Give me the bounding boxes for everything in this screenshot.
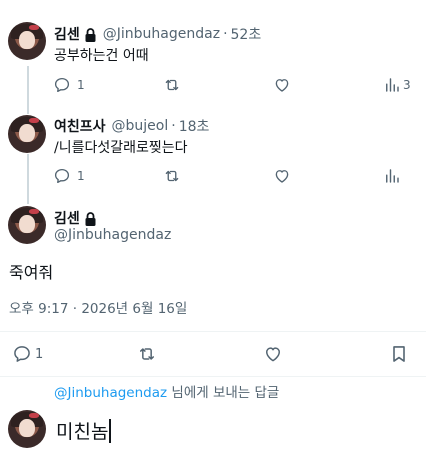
reply-input[interactable]: 미친놈 [56, 417, 112, 444]
replying-to: @Jinbuhagendaz 님에게 보내는 답글 [54, 381, 279, 401]
like-button[interactable] [263, 344, 283, 364]
repost-icon [165, 170, 179, 182]
heart-icon [275, 79, 289, 92]
reply-icon [14, 346, 30, 362]
replying-to-handle[interactable]: @Jinbuhagendaz [54, 385, 167, 401]
repost-button[interactable] [163, 76, 181, 94]
composer-avatar[interactable] [8, 410, 46, 448]
thread-line [27, 66, 29, 114]
post-header: 여친프사 @bujeol · 18초 [54, 116, 209, 136]
repost-button[interactable] [163, 167, 181, 185]
views-icon [386, 169, 399, 183]
author-handle[interactable]: @bujeol [112, 118, 169, 134]
author-name[interactable]: 김센 [54, 208, 80, 228]
repost-icon [140, 348, 154, 360]
author-name[interactable]: 여친프사 [54, 116, 106, 136]
author-handle[interactable]: @Jinbuhagendaz [54, 227, 171, 243]
heart-icon [266, 347, 280, 362]
repost-button[interactable] [137, 344, 157, 364]
reply-button[interactable]: 1 [53, 167, 85, 185]
divider [0, 376, 426, 377]
thread-line [27, 154, 29, 204]
post-text: 죽여줘 [9, 263, 54, 282]
post-text: /니를다섯갈래로찢는다 [54, 140, 188, 156]
bookmark-icon [393, 346, 405, 362]
avatar[interactable] [8, 206, 46, 244]
post-text: 공부하는건 어때 [54, 48, 149, 64]
bookmark-button[interactable] [389, 344, 409, 364]
post-timestamp[interactable]: 오후 9:17 · 2026년 6월 16일 [9, 297, 187, 317]
avatar[interactable] [8, 22, 46, 60]
reply-icon [54, 168, 70, 184]
separator-dot: · [171, 118, 176, 134]
views-button[interactable] [383, 167, 401, 185]
reply-count: 1 [77, 78, 85, 92]
text-caret [109, 418, 112, 443]
views-icon [386, 78, 399, 92]
reply-count: 1 [77, 169, 85, 183]
author-handle[interactable]: @Jinbuhagendaz [103, 26, 220, 42]
post-time[interactable]: 18초 [179, 116, 210, 136]
lock-icon [85, 212, 96, 226]
heart-icon [275, 170, 289, 183]
separator-dot: · [223, 26, 228, 42]
reply-count: 1 [35, 346, 44, 362]
like-button[interactable] [273, 167, 291, 185]
avatar[interactable] [8, 115, 46, 153]
reply-button[interactable]: 1 [12, 344, 43, 364]
divider [0, 331, 426, 332]
views-count: 3 [403, 78, 411, 92]
main-author: 김센 [54, 208, 103, 228]
post-header: 김센 @Jinbuhagendaz · 52초 [54, 24, 261, 44]
post-time[interactable]: 52초 [231, 24, 262, 44]
like-button[interactable] [273, 76, 291, 94]
repost-icon [165, 79, 179, 91]
reply-draft: 미친놈 [56, 421, 109, 443]
views-button[interactable]: 3 [383, 76, 411, 94]
lock-icon [85, 28, 96, 42]
reply-icon [54, 77, 70, 93]
author-name[interactable]: 김센 [54, 24, 80, 44]
replying-to-suffix: 님에게 보내는 답글 [167, 385, 280, 401]
reply-button[interactable]: 1 [53, 76, 85, 94]
